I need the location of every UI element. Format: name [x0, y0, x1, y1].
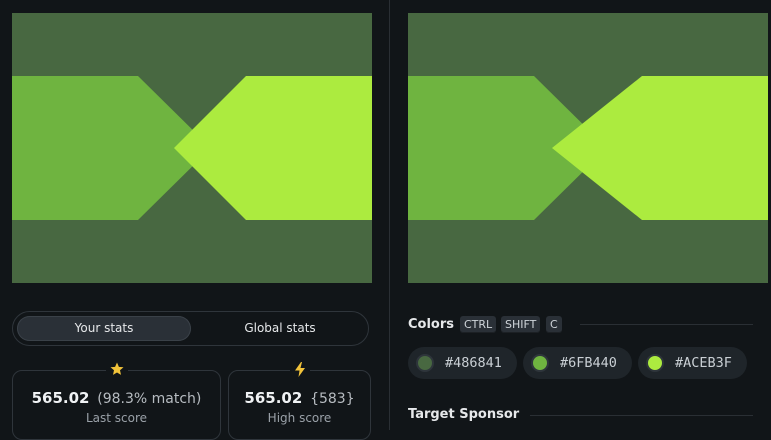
high-score-count: {583}: [310, 391, 355, 407]
last-score-label: Last score: [85, 411, 148, 425]
sponsor-rule: [530, 415, 753, 416]
colors-title: Colors: [408, 317, 455, 332]
high-score-value: 565.02: [244, 389, 303, 407]
color-hex: #ACEB3F: [675, 355, 732, 371]
color-dot: [646, 354, 664, 372]
lightning-icon: [289, 362, 310, 381]
color-hex: #6FB440: [560, 355, 617, 371]
panel-divider: [389, 0, 390, 430]
last-score-match: (98.3% match): [97, 391, 202, 407]
target-canvas: [408, 13, 768, 283]
sponsor-title: Target Sponsor: [408, 407, 520, 422]
star-icon: [105, 362, 128, 380]
stats-toggle: Your stats Global stats: [12, 311, 369, 346]
color-dot: [531, 354, 549, 372]
tab-your-stats[interactable]: Your stats: [17, 316, 191, 341]
kbd-shift: SHIFT: [501, 316, 541, 333]
color-swatch-1[interactable]: #486841: [408, 347, 517, 379]
last-score-value: 565.02: [31, 389, 90, 407]
kbd-ctrl: CTRL: [460, 316, 497, 333]
color-swatch-2[interactable]: #6FB440: [523, 347, 632, 379]
colors-rule: [580, 324, 753, 325]
high-score-label: High score: [267, 411, 332, 425]
color-hex: #486841: [445, 355, 502, 371]
kbd-c: C: [546, 316, 562, 333]
color-dot: [416, 354, 434, 372]
output-canvas[interactable]: [12, 13, 372, 283]
color-swatch-3[interactable]: #ACEB3F: [638, 347, 747, 379]
tab-global-stats[interactable]: Global stats: [193, 316, 367, 341]
